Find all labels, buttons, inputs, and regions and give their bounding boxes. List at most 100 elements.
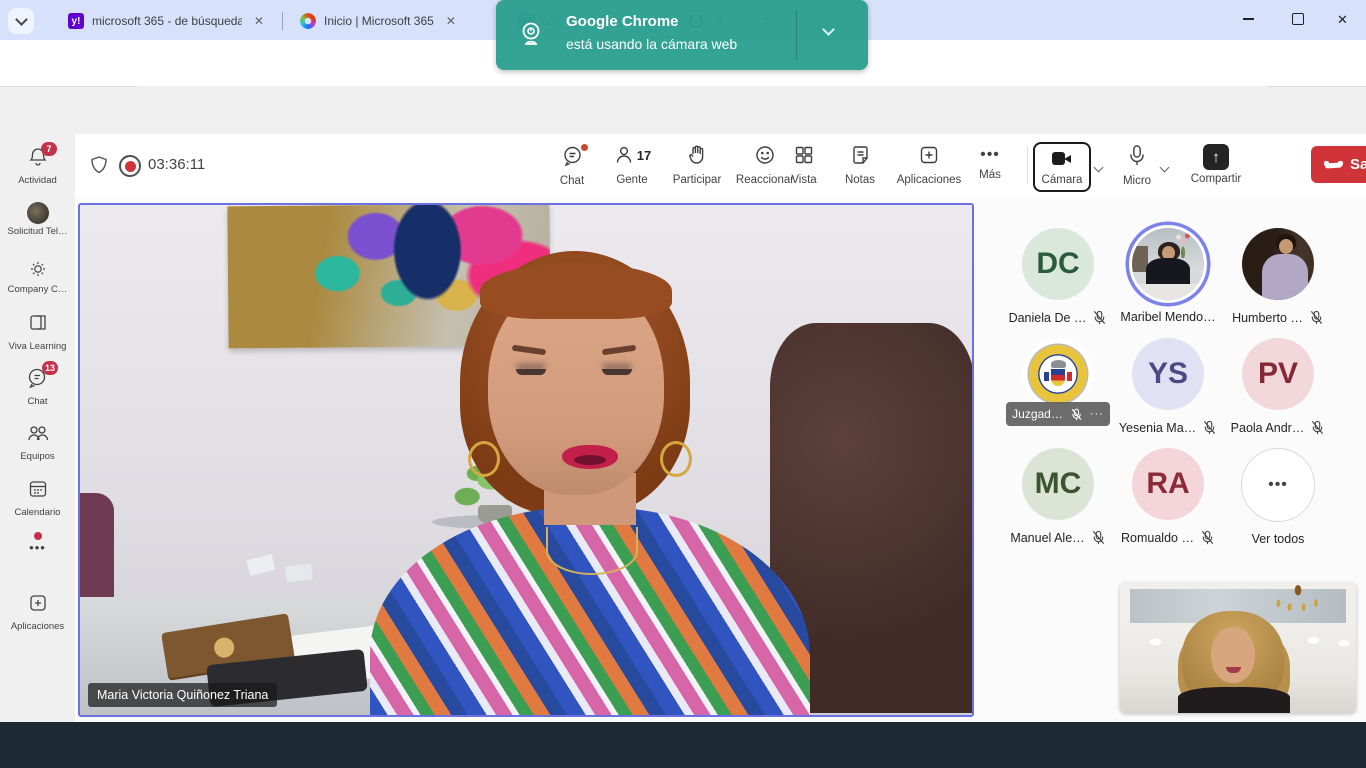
sidebar-item-calendario[interactable]: Calendario: [0, 478, 75, 518]
speaker-person: [330, 245, 850, 715]
browser-tab-1[interactable]: y! microsoft 365 - de búsqueda ✕: [58, 6, 296, 36]
shield-icon[interactable]: [89, 155, 109, 175]
toast-expand-button[interactable]: [824, 28, 833, 34]
avatar-initials[interactable]: PV: [1242, 338, 1314, 410]
calendar-icon: [27, 478, 49, 500]
participant-tile-paola[interactable]: PV Paola Andr…: [1218, 338, 1338, 435]
tab-search-button[interactable]: [8, 8, 34, 34]
window-minimize-button[interactable]: [1243, 10, 1254, 20]
meeting-toolbar: 03:36:11 Chat 17 Gente Participar: [75, 134, 1366, 197]
mic-off-icon: [1070, 408, 1083, 421]
meeting-stage: Maria Victoria Quiñonez Triana DC Daniel…: [75, 196, 1366, 722]
app-avatar-icon: [27, 202, 49, 224]
chevron-down-icon: [15, 13, 28, 26]
sidebar-item-aplicaciones[interactable]: Aplicaciones: [0, 592, 75, 632]
avatar-video[interactable]: [1132, 228, 1204, 300]
smiley-icon: [754, 144, 776, 166]
window-restore-button[interactable]: [1292, 10, 1304, 25]
more-button[interactable]: ••• Más: [965, 144, 1015, 181]
mic-off-icon: [1310, 420, 1325, 435]
hang-up-icon: [1325, 161, 1342, 169]
participant-tile-daniela[interactable]: DC Daniela De …: [998, 228, 1118, 325]
raised-hand-icon: [687, 144, 708, 166]
sidebar-item-company[interactable]: Company C…: [0, 258, 75, 295]
minimize-icon: [1243, 18, 1254, 20]
speaker-name-label: Maria Victoria Quiñonez Triana: [88, 683, 277, 707]
tab-title: Inicio | Microsoft 365: [324, 14, 434, 28]
view-button[interactable]: Vista: [775, 144, 833, 186]
share-button[interactable]: ↑ Compartir: [1180, 144, 1252, 185]
see-all-icon[interactable]: •••: [1241, 448, 1315, 522]
plus-square-icon: [918, 144, 940, 166]
recording-indicator: [119, 155, 141, 177]
camera-on-icon: [1050, 149, 1074, 169]
tab-divider: [282, 12, 283, 30]
window-close-button[interactable]: ✕: [1337, 12, 1348, 28]
sidebar-item-chat[interactable]: 13 Chat: [0, 366, 75, 407]
people-count: 17: [637, 148, 651, 163]
chat-badge: 13: [42, 361, 58, 375]
restore-icon: [1292, 13, 1304, 25]
mic-off-icon: [1202, 420, 1217, 435]
sidebar-item-actividad[interactable]: 7 Actividad: [0, 146, 75, 186]
mic-off-icon: [1092, 310, 1107, 325]
people-button[interactable]: 17 Gente: [599, 144, 665, 186]
m365-favicon: [300, 13, 316, 29]
teams-sidebar: 7 Actividad Solicitud Tel… Company C… Vi…: [0, 134, 75, 722]
participant-tile-manuel[interactable]: MC Manuel Ale…: [998, 448, 1118, 545]
toast-title: Google Chrome: [566, 13, 679, 30]
participant-tile-romualdo[interactable]: RA Romualdo …: [1108, 448, 1228, 545]
more-dots-icon: •••: [0, 540, 75, 555]
grid-view-icon: [793, 144, 815, 166]
tab-close-icon[interactable]: ✕: [446, 14, 456, 28]
mic-button[interactable]: Micro: [1112, 144, 1162, 187]
notification-dot: [34, 532, 42, 540]
avatar-initials[interactable]: MC: [1022, 448, 1094, 520]
participant-hover-pill[interactable]: Juzgad… ···: [1006, 402, 1110, 426]
browser-tab-2[interactable]: Inicio | Microsoft 365 ✕: [290, 6, 520, 36]
raise-hand-button[interactable]: Participar: [665, 144, 729, 186]
mic-off-icon: [1091, 530, 1106, 545]
tab-close-icon[interactable]: ✕: [254, 14, 264, 28]
people-icon: [26, 422, 50, 444]
camera-button[interactable]: Cámara: [1033, 142, 1091, 192]
sidebar-item-equipos[interactable]: Equipos: [0, 422, 75, 462]
avatar-initials[interactable]: RA: [1132, 448, 1204, 520]
toolbar-divider: [1027, 146, 1028, 184]
mic-off-icon: [1200, 530, 1215, 545]
chat-button[interactable]: Chat: [543, 144, 601, 187]
chat-alert-dot: [581, 144, 588, 151]
gear-icon: [30, 261, 46, 277]
windows-taskbar: 1 18°C Mayorm. nublado Buscar: [0, 722, 1366, 768]
participant-tile-juzgado[interactable]: Juzgad… ···: [998, 338, 1118, 410]
participant-tile-maribel[interactable]: Maribel Mendo…: [1108, 228, 1228, 324]
sidebar-item-solicitud[interactable]: Solicitud Tel…: [0, 202, 75, 237]
avatar-logo[interactable]: [1022, 338, 1094, 410]
leave-button[interactable]: Salir: [1311, 146, 1366, 183]
avatar-initials[interactable]: DC: [1022, 228, 1094, 300]
sidebar-item-more[interactable]: •••: [0, 532, 75, 555]
self-video-scene: [1120, 583, 1356, 713]
see-all-tile[interactable]: ••• Ver todos: [1218, 448, 1338, 546]
meeting-timer: 03:36:11: [148, 156, 205, 173]
more-dots-icon: •••: [965, 144, 1015, 166]
teams-header: Buscar ···: [0, 87, 1366, 134]
plus-square-icon: [27, 592, 49, 614]
avatar-photo[interactable]: [1242, 228, 1314, 300]
share-icon: ↑: [1203, 144, 1229, 170]
screen: y! microsoft 365 - de búsqueda ✕ Inicio …: [0, 0, 1366, 768]
camera-options-chevron[interactable]: [1094, 163, 1104, 173]
main-video-tile[interactable]: Maria Victoria Quiñonez Triana: [78, 203, 974, 717]
notes-icon: [850, 144, 871, 166]
participant-tile-humberto[interactable]: Humberto …: [1218, 228, 1338, 325]
self-video-preview[interactable]: [1120, 583, 1356, 713]
participant-more-icon[interactable]: ···: [1090, 408, 1104, 420]
apps-button[interactable]: Aplicaciones: [887, 144, 971, 186]
sidebar-item-viva-learning[interactable]: Viva Learning: [0, 312, 75, 352]
chevron-down-icon: [822, 23, 835, 36]
participant-tile-yesenia[interactable]: YS Yesenia Ma…: [1108, 338, 1228, 435]
camera-notification-toast[interactable]: Google Chrome está usando la cámara web: [496, 0, 868, 70]
avatar-initials[interactable]: YS: [1132, 338, 1204, 410]
notes-button[interactable]: Notas: [831, 144, 889, 186]
toast-divider: [796, 10, 797, 60]
